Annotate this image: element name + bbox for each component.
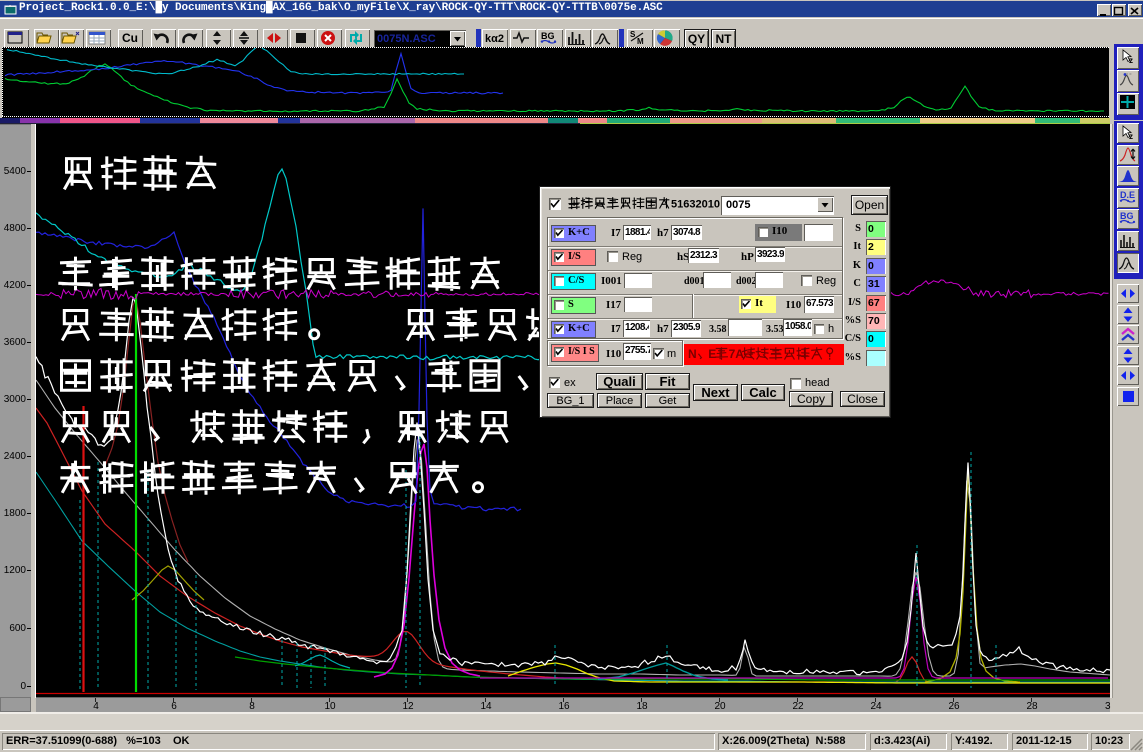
svg-text:E: E: [708, 347, 716, 361]
svg-text:BG: BG: [541, 31, 555, 41]
svg-text:M: M: [637, 37, 644, 46]
svg-text:BG: BG: [1120, 211, 1134, 221]
svg-text:51632010: 51632010: [671, 199, 720, 211]
svg-text:7A: 7A: [729, 347, 745, 361]
svg-text:N: N: [688, 347, 697, 361]
svg-text:z: z: [1129, 56, 1133, 65]
svg-text:z: z: [1129, 132, 1133, 141]
svg-text:kα2: kα2: [485, 33, 504, 45]
svg-text:D.E: D.E: [1120, 190, 1135, 200]
